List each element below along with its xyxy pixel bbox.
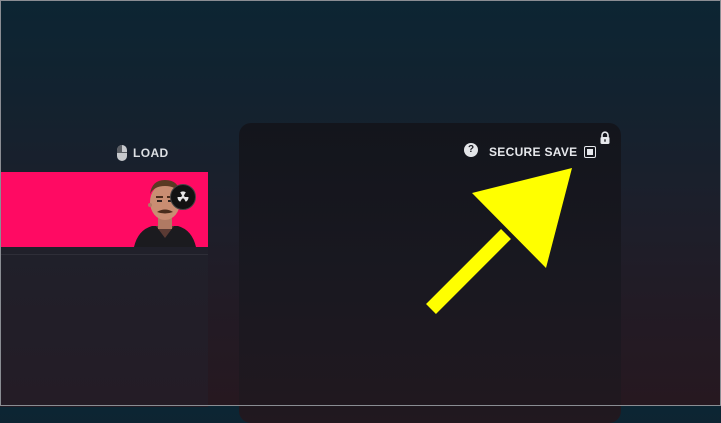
lock-icon [598, 131, 612, 150]
question-mark-icon[interactable]: ? [464, 143, 478, 157]
mouse-left-click-icon [117, 145, 127, 161]
load-hint[interactable]: LOAD [117, 143, 169, 163]
secure-save-checkbox[interactable] [584, 146, 596, 158]
save-details-panel [239, 123, 621, 423]
save-slot-list [0, 247, 208, 407]
radiation-icon [170, 184, 196, 210]
save-slot-selected[interactable] [0, 172, 208, 247]
checkbox-check-mark [587, 149, 593, 155]
secure-save-label[interactable]: SECURE SAVE [489, 145, 577, 159]
character-portrait [130, 172, 200, 247]
slot-divider [0, 254, 208, 255]
load-label: LOAD [133, 146, 169, 160]
